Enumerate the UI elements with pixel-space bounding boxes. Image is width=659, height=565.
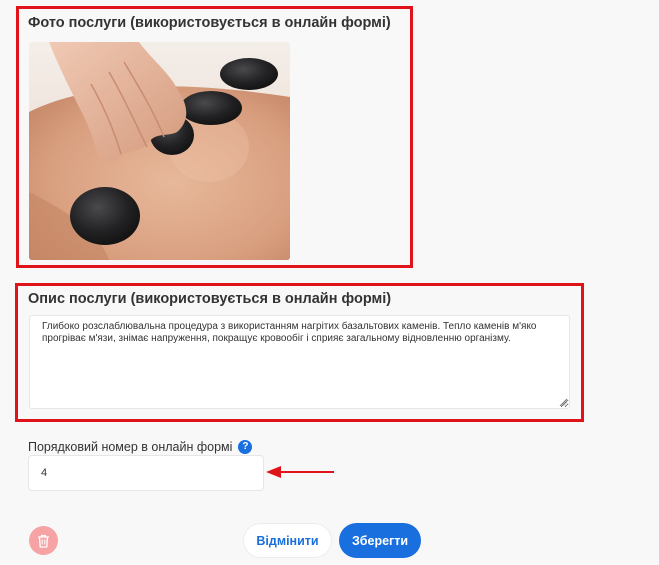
arrow-left-icon <box>266 466 334 478</box>
description-text: Глибоко розслаблювальна процедура з вико… <box>42 321 537 345</box>
help-icon[interactable]: ? <box>238 440 253 454</box>
description-section-title: Опис послуги (використовується в онлайн … <box>28 291 392 307</box>
delete-button[interactable] <box>29 526 58 555</box>
order-number-label: Порядковий номер в онлайн формі <box>28 440 233 454</box>
save-button[interactable]: Зберегти <box>339 523 421 558</box>
cancel-button[interactable]: Відмінити <box>243 523 332 558</box>
order-number-label-row: Порядковий номер в онлайн формі ? <box>28 440 253 454</box>
service-photo[interactable] <box>29 42 290 260</box>
hot-stone-massage-image <box>29 42 290 260</box>
description-textarea[interactable]: Глибоко розслаблювальна процедура з вико… <box>29 315 570 409</box>
service-edit-form: Фото послуги (використовується в онлайн … <box>0 0 659 565</box>
order-number-input[interactable]: 4 <box>28 455 264 491</box>
resize-grip-icon[interactable] <box>559 398 567 406</box>
trash-icon <box>38 534 49 548</box>
photo-section-title: Фото послуги (використовується в онлайн … <box>28 15 391 31</box>
photo-section: Фото послуги (використовується в онлайн … <box>16 6 413 268</box>
description-section: Опис послуги (використовується в онлайн … <box>15 283 584 422</box>
